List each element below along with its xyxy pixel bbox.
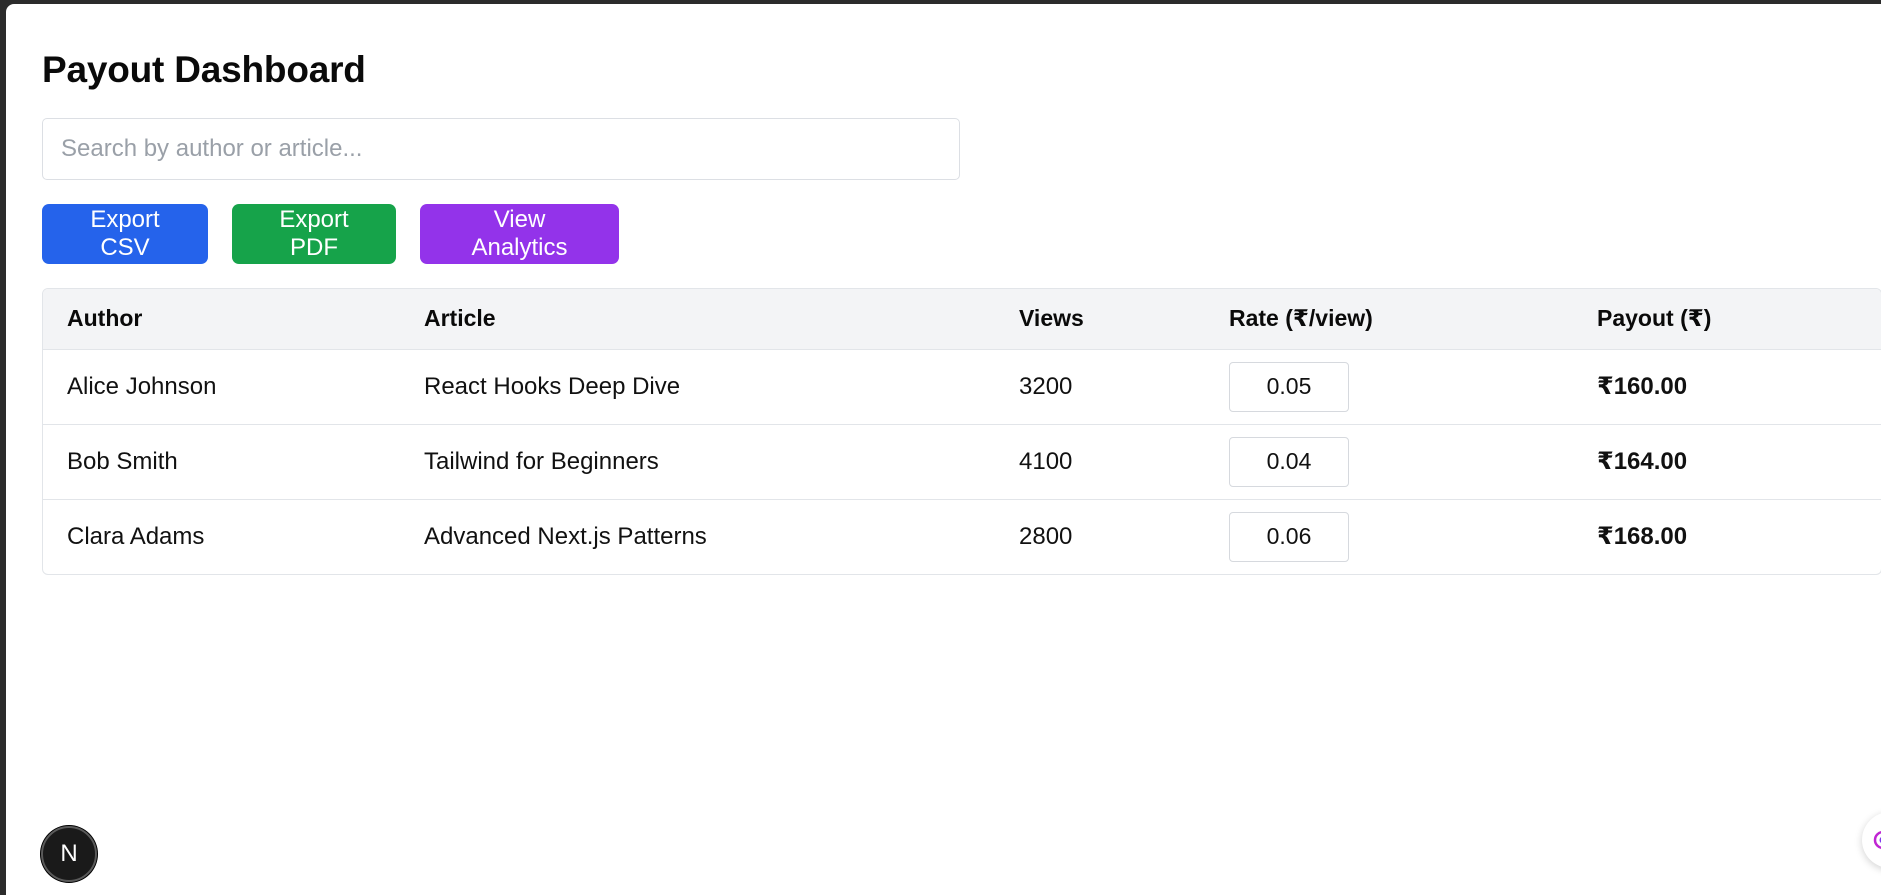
author-cell: Clara Adams <box>67 522 205 550</box>
table-row: Alice Johnson React Hooks Deep Dive 3200… <box>43 349 1881 424</box>
views-cell: 4100 <box>1019 447 1073 475</box>
table-row: Clara Adams Advanced Next.js Patterns 28… <box>43 499 1881 574</box>
payout-table: Author Article Views Rate (₹/view) Payou… <box>43 289 1881 574</box>
floating-devtools-button[interactable] <box>1862 812 1881 868</box>
payout-table-card: Author Article Views Rate (₹/view) Payou… <box>42 288 1881 575</box>
column-header-views: Views <box>1019 305 1084 332</box>
rate-cell <box>1205 424 1573 499</box>
app-window: Payout Dashboard Export CSV Export PDF V… <box>6 4 1881 895</box>
table-row: Bob Smith Tailwind for Beginners 4100 ₹1… <box>43 424 1881 499</box>
search-input[interactable] <box>43 119 959 179</box>
page-title: Payout Dashboard <box>42 49 366 90</box>
views-cell: 2800 <box>1019 522 1073 550</box>
view-analytics-button[interactable]: View Analytics <box>420 204 619 264</box>
export-csv-button[interactable]: Export CSV <box>42 204 208 264</box>
author-cell: Bob Smith <box>67 447 178 475</box>
devtools-icon <box>1872 829 1881 851</box>
payout-cell: ₹164.00 <box>1597 448 1688 475</box>
payout-cell: ₹160.00 <box>1597 373 1688 400</box>
rate-input[interactable] <box>1229 511 1349 562</box>
rate-cell <box>1205 499 1573 574</box>
rate-cell <box>1205 349 1573 424</box>
payout-cell: ₹168.00 <box>1597 523 1688 551</box>
article-cell: Tailwind for Beginners <box>424 447 659 475</box>
export-pdf-button[interactable]: Export PDF <box>232 204 396 264</box>
search-box <box>42 118 960 180</box>
article-cell: Advanced Next.js Patterns <box>424 522 707 550</box>
column-header-author: Author <box>67 305 143 332</box>
author-cell: Alice Johnson <box>67 372 217 400</box>
column-header-payout: Payout (₹) <box>1597 305 1712 332</box>
rate-input[interactable] <box>1229 361 1349 412</box>
nextjs-dev-indicator-button[interactable]: N <box>41 826 97 882</box>
rate-input[interactable] <box>1229 436 1349 487</box>
column-header-article: Article <box>424 305 496 332</box>
column-header-rate: Rate (₹/view) <box>1229 305 1373 332</box>
table-header-row: Author Article Views Rate (₹/view) Payou… <box>43 289 1881 349</box>
views-cell: 3200 <box>1019 372 1073 400</box>
article-cell: React Hooks Deep Dive <box>424 372 681 400</box>
next-badge-label: N <box>60 840 78 867</box>
dashboard-content: Payout Dashboard Export CSV Export PDF V… <box>42 48 1881 575</box>
action-buttons: Export CSV Export PDF View Analytics <box>42 204 1881 264</box>
